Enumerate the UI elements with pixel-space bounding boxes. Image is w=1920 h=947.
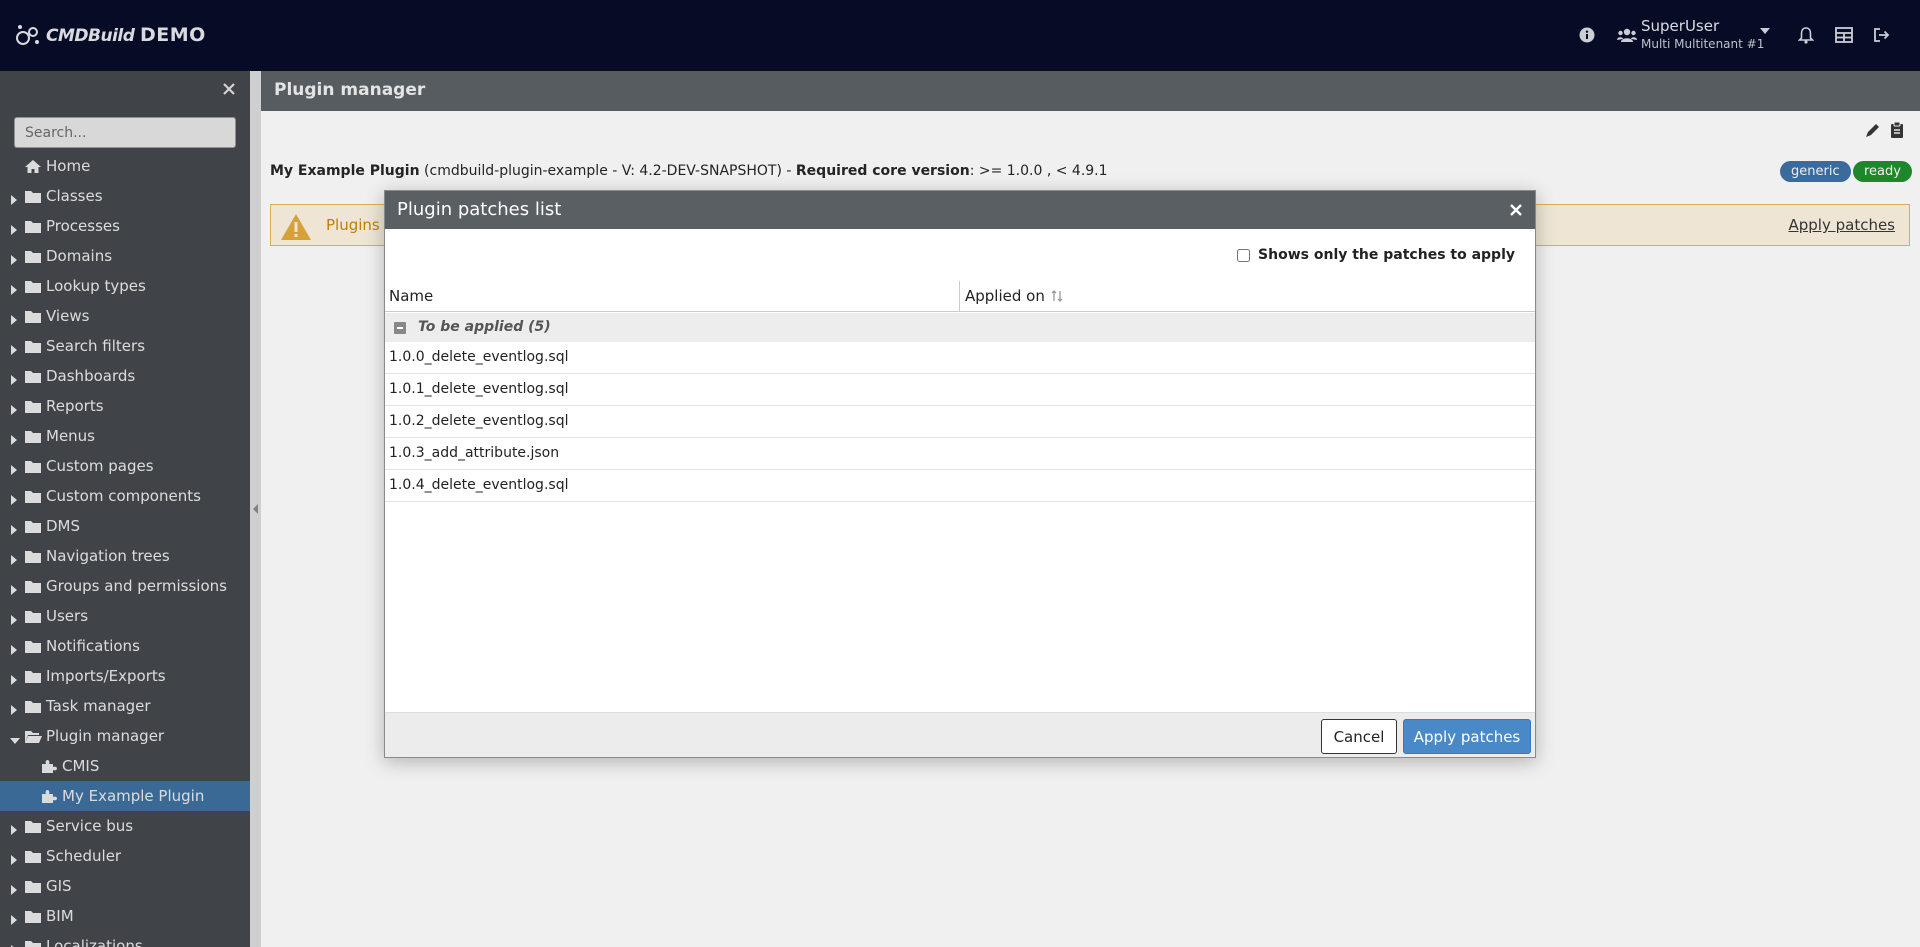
column-divider[interactable] [959,281,960,311]
table-row[interactable]: 1.0.3_add_attribute.json [385,438,1535,470]
cancel-button[interactable]: Cancel [1321,719,1397,754]
table-row[interactable]: 1.0.4_delete_eventlog.sql [385,470,1535,502]
table-row[interactable]: 1.0.0_delete_eventlog.sql [385,342,1535,374]
close-icon[interactable] [1508,202,1524,218]
plugin-patches-dialog: Plugin patches list Shows only the patch… [384,190,1536,758]
column-header-applied-on[interactable]: Applied on [965,287,1065,305]
table-row[interactable]: 1.0.2_delete_eventlog.sql [385,406,1535,438]
grid-header: Name Applied on [385,279,1535,312]
dialog-header: Plugin patches list [385,191,1535,229]
only-patches-to-apply-filter[interactable]: Shows only the patches to apply [1237,247,1515,263]
patch-name-cell: 1.0.3_add_attribute.json [389,445,560,461]
dialog-footer: Cancel Apply patches [385,712,1535,757]
dialog-title: Plugin patches list [397,199,562,220]
table-row[interactable]: 1.0.1_delete_eventlog.sql [385,374,1535,406]
only-patches-checkbox[interactable] [1237,248,1251,262]
group-label: To be applied (5) [418,319,551,335]
column-header-applied-on-label: Applied on [965,287,1045,305]
patch-rows: 1.0.0_delete_eventlog.sql 1.0.1_delete_ev… [385,342,1535,502]
column-header-name[interactable]: Name [389,287,433,305]
patch-name-cell: 1.0.0_delete_eventlog.sql [389,349,569,365]
collapse-group-icon[interactable] [394,322,406,334]
patch-name-cell: 1.0.1_delete_eventlog.sql [389,381,569,397]
group-header-to-be-applied[interactable]: To be applied (5) [385,313,1535,342]
apply-patches-button[interactable]: Apply patches [1403,719,1531,754]
sort-icon [1051,290,1063,302]
patch-name-cell: 1.0.4_delete_eventlog.sql [389,477,569,493]
patch-name-cell: 1.0.2_delete_eventlog.sql [389,413,569,429]
only-patches-label: Shows only the patches to apply [1258,247,1515,263]
